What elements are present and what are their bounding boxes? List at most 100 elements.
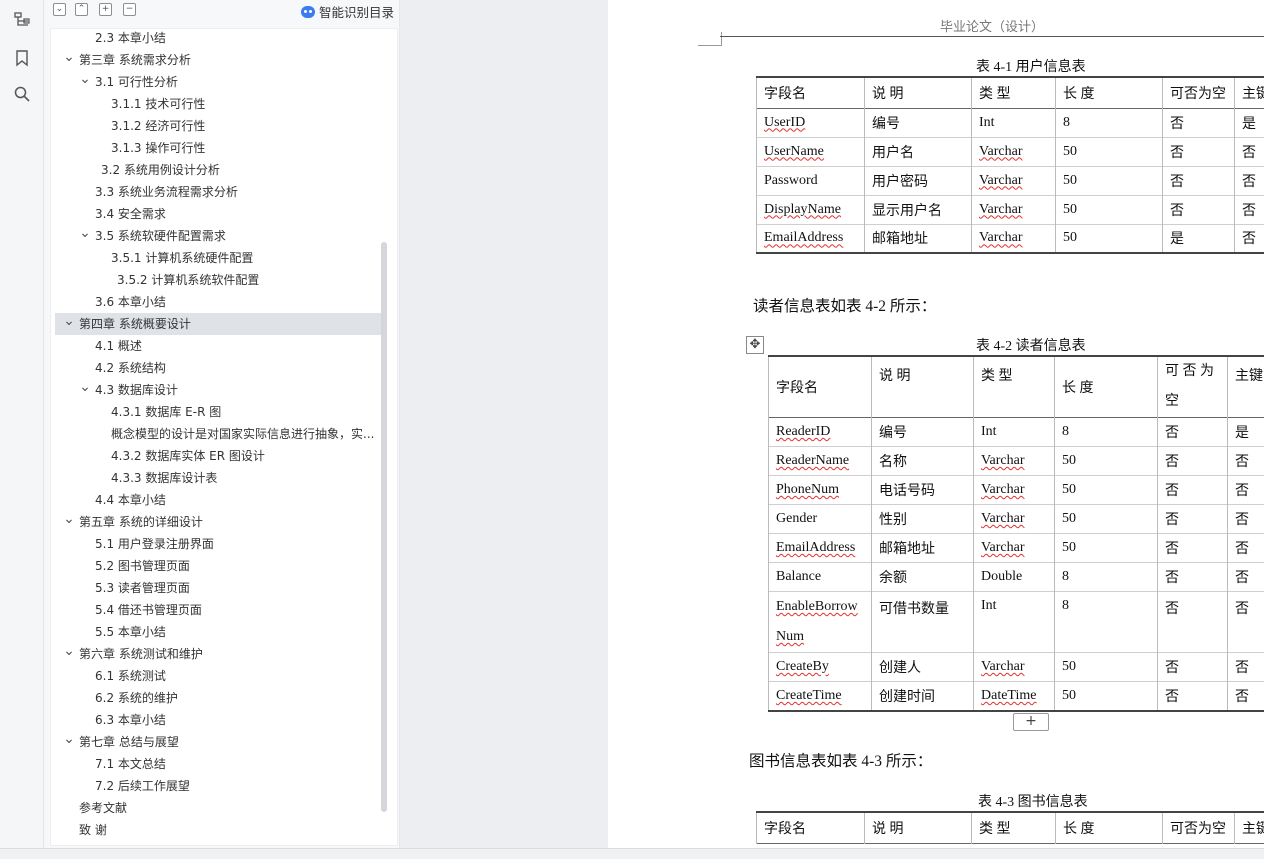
table-header-cell: 主键 — [1228, 356, 1264, 418]
toc-item[interactable]: 4.2 系统结构 — [55, 357, 381, 379]
table-cell: Varchar — [973, 504, 1055, 534]
cell-text: 编号 — [879, 426, 907, 441]
toc-item-label: 3.1.1 技术可行性 — [111, 97, 206, 111]
toc-item[interactable]: 6.3 本章小结 — [55, 709, 381, 731]
cell-text: 可借书数量 — [879, 602, 949, 617]
toc-item[interactable]: 致 谢 — [55, 819, 381, 841]
toc-item[interactable]: 4.3.3 数据库设计表 — [55, 467, 381, 489]
remove-heading-button[interactable]: − — [123, 3, 136, 16]
cell-text: ReaderName — [776, 453, 850, 468]
cell-text: 否 — [1165, 513, 1179, 528]
toc-item[interactable]: 4.3.2 数据库实体 ER 图设计 — [55, 445, 381, 467]
table-move-handle[interactable]: ✥ — [746, 336, 764, 354]
reader-info-table[interactable]: 字段名说 明类 型长 度可 否 为空主键 ReaderID 编号 Int 8 否是 Read… — [768, 355, 1264, 712]
table-cell: 用户名 — [864, 137, 972, 166]
cell-text: 50 — [1062, 453, 1076, 468]
toc-item[interactable]: 5.2 图书管理页面 — [55, 555, 381, 577]
toc-item[interactable]: 7.1 本文总结 — [55, 753, 381, 775]
toc-item[interactable]: 3.2 系统用例设计分析 — [55, 159, 381, 181]
table-cell: Gender — [768, 504, 872, 534]
chevron-down-icon[interactable]: ⌄ — [63, 313, 75, 332]
add-heading-button[interactable]: + — [99, 3, 112, 16]
toc-item[interactable]: 3.5.1 计算机系统硬件配置 — [55, 247, 381, 269]
table-cell: 否 — [1228, 682, 1264, 711]
expand-up-button[interactable]: ⌃ — [75, 3, 88, 16]
toc-item[interactable]: 参考文献 — [55, 797, 381, 819]
chevron-down-icon[interactable]: ⌄ — [79, 225, 91, 244]
toc-item-label: 4.4 本章小结 — [95, 493, 166, 507]
table-header-cell: 字段名 — [756, 77, 865, 108]
table-header-cell: 主键 — [1235, 77, 1264, 108]
toc-item[interactable]: 3.1.1 技术可行性 — [55, 93, 381, 115]
table-cell: Balance — [768, 562, 872, 592]
toc-item[interactable]: 5.3 读者管理页面 — [55, 577, 381, 599]
cell-text: 类 型 — [979, 86, 1011, 102]
cell-text: 否 — [1170, 174, 1184, 190]
toc-item[interactable]: 6.1 系统测试 — [55, 665, 381, 687]
book-info-table[interactable]: 字段名 说 明 类 型 长 度 可否为空主键 — [756, 811, 1264, 844]
table-cell: Double — [973, 562, 1055, 592]
outline-icon[interactable] — [12, 10, 32, 30]
search-icon[interactable] — [12, 84, 32, 104]
cell-text: 否 — [1170, 145, 1184, 161]
chevron-down-icon[interactable]: ⌄ — [79, 379, 91, 398]
toc-item[interactable]: ⌄ 第六章 系统测试和维护 — [55, 643, 381, 665]
left-icon-rail — [0, 0, 44, 848]
chevron-down-icon[interactable]: ⌄ — [63, 643, 75, 662]
cell-text: 邮箱地址 — [879, 542, 935, 557]
toc-item[interactable]: 5.1 用户登录注册界面 — [55, 533, 381, 555]
cell-text: 长 度 — [1062, 381, 1094, 396]
toc-item[interactable]: 5.4 借还书管理页面 — [55, 599, 381, 621]
toc-item[interactable]: 4.1 概述 — [55, 335, 381, 357]
toc-item[interactable]: ⌄ 3.1 可行性分析 — [55, 71, 381, 93]
table-cell: 否 — [1157, 475, 1228, 505]
toc-item[interactable]: 3.4 安全需求 — [55, 203, 381, 225]
cell-text: Varchar — [979, 201, 1023, 217]
toc-item[interactable]: 2.3 本章小结 — [55, 29, 381, 49]
toc-item[interactable]: 6.2 系统的维护 — [55, 687, 381, 709]
toc-item-label: 6.2 系统的维护 — [95, 691, 178, 705]
table-cell: PhoneNum — [768, 475, 872, 505]
table-cell: 否 — [1157, 652, 1228, 682]
toc-item[interactable]: ⌄ 3.5 系统软硬件配置需求 — [55, 225, 381, 247]
table-row: Password 用户密码 Varchar 50 否 否 — [756, 166, 1264, 195]
chevron-down-icon[interactable]: ⌄ — [63, 731, 75, 750]
toc-item-label: 4.3.3 数据库设计表 — [111, 471, 218, 485]
toc-item[interactable]: 3.1.2 经济可行性 — [55, 115, 381, 137]
toc-item[interactable]: 4.4 本章小结 — [55, 489, 381, 511]
chevron-down-icon[interactable]: ⌄ — [63, 49, 75, 68]
toc-item[interactable]: 3.6 本章小结 — [55, 291, 381, 313]
toc-item[interactable]: ⌄ 第五章 系统的详细设计 — [55, 511, 381, 533]
toc-item[interactable]: ⌄ 第四章 系统概要设计 — [55, 313, 381, 335]
smart-toc-button[interactable]: 智能识别目录 — [300, 2, 394, 21]
table-cell: ReaderName — [768, 446, 872, 476]
table-cell: 否 — [1228, 563, 1264, 592]
add-row-button[interactable]: + — [1013, 713, 1049, 731]
user-info-table[interactable]: 字段名说 明类 型长 度可否为空主键UserID编号Int8否是UserName… — [756, 76, 1264, 254]
cell-text: 字段名 — [776, 381, 818, 396]
table-row: Balance 余额 Double 8 否 否 — [768, 562, 1264, 592]
toc-item[interactable]: 3.5.2 计算机系统软件配置 — [55, 269, 381, 291]
toc-item[interactable]: ⌄ 4.3 数据库设计 — [55, 379, 381, 401]
toc-item[interactable]: 4.3.1 数据库 E-R 图 — [55, 401, 381, 423]
toc-item[interactable]: 3.1.3 操作可行性 — [55, 137, 381, 159]
cell-text: Varchar — [979, 230, 1023, 246]
table-cell: 否 — [1228, 592, 1264, 653]
toc-item[interactable]: 5.5 本章小结 — [55, 621, 381, 643]
toc-item-label: 3.1.2 经济可行性 — [111, 119, 206, 133]
toc-item[interactable]: ⌄ 第七章 总结与展望 — [55, 731, 381, 753]
toc-item[interactable]: ⌄ 第三章 系统需求分析 — [55, 49, 381, 71]
table-row: EnableBorrow Num 可借书数量 Int 8 否 否 — [768, 591, 1264, 653]
toc-scrollbar[interactable] — [381, 242, 387, 812]
table-header-cell: 长 度 — [1054, 356, 1158, 418]
collapse-all-button[interactable]: ⌄ — [53, 3, 66, 16]
cell-text: 类 型 — [979, 821, 1011, 837]
bookmark-icon[interactable] — [12, 48, 32, 68]
table-cell: 否 — [1235, 224, 1264, 253]
chevron-down-icon[interactable]: ⌄ — [63, 511, 75, 530]
toc-item[interactable]: 概念模型的设计是对国家实际信息进行抽象，实... — [55, 423, 381, 445]
toc-item[interactable]: 7.2 后续工作展望 — [55, 775, 381, 797]
cell-text: 否 — [1170, 203, 1184, 219]
chevron-down-icon[interactable]: ⌄ — [79, 71, 91, 90]
toc-item[interactable]: 3.3 系统业务流程需求分析 — [55, 181, 381, 203]
